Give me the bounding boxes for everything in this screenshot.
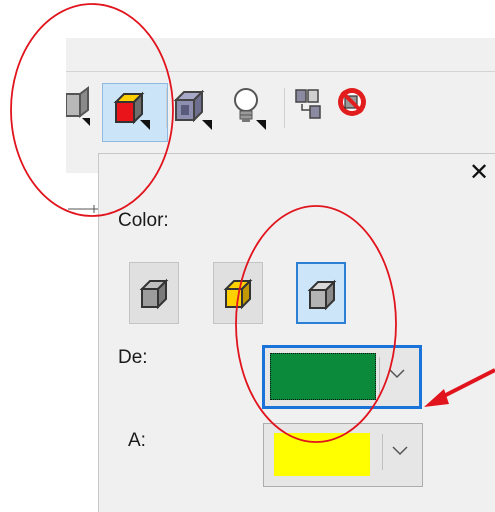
yellow-cube-icon	[223, 278, 253, 310]
chevron-down-icon	[392, 446, 408, 456]
to-color-dropdown-arrow[interactable]	[382, 434, 418, 470]
object-fill-color-button[interactable]	[213, 262, 263, 324]
plain-cube-icon	[139, 278, 169, 310]
toolbar-button-color[interactable]	[110, 86, 150, 136]
toolbar-button-shaded[interactable]	[172, 86, 212, 136]
from-color-swatch	[270, 353, 376, 400]
to-color-picker[interactable]	[263, 423, 423, 487]
from-color-dropdown-arrow[interactable]	[379, 357, 415, 393]
partial-cube-icon	[66, 86, 90, 126]
close-button[interactable]: ✕	[464, 157, 494, 187]
lighting-bulb-icon	[234, 88, 266, 130]
toolbar-button-copy-properties[interactable]	[294, 86, 330, 136]
shaded-cube-small-icon	[307, 279, 337, 311]
to-color-swatch	[274, 433, 370, 476]
clear-effect-icon	[338, 88, 366, 116]
shaded-cube-icon	[173, 89, 212, 130]
from-color-label: De:	[118, 347, 148, 368]
toolbar-button-partial[interactable]	[66, 86, 102, 136]
toolbar-separator	[284, 88, 285, 128]
chevron-down-icon	[389, 369, 405, 379]
toolbar-button-lighting[interactable]	[226, 86, 266, 136]
toolbar-divider	[66, 71, 495, 72]
color-cube-icon	[113, 91, 150, 130]
shade-color-button[interactable]	[296, 262, 346, 324]
to-color-label: A:	[128, 430, 146, 451]
toolbar-separator	[166, 88, 167, 128]
solid-color-button[interactable]	[129, 262, 179, 324]
toolbar-button-clear-effect[interactable]	[334, 86, 370, 136]
color-section-label: Color:	[118, 210, 169, 231]
from-color-picker[interactable]	[262, 345, 422, 409]
copy-properties-icon	[295, 89, 321, 119]
ruler-tick	[68, 205, 100, 213]
